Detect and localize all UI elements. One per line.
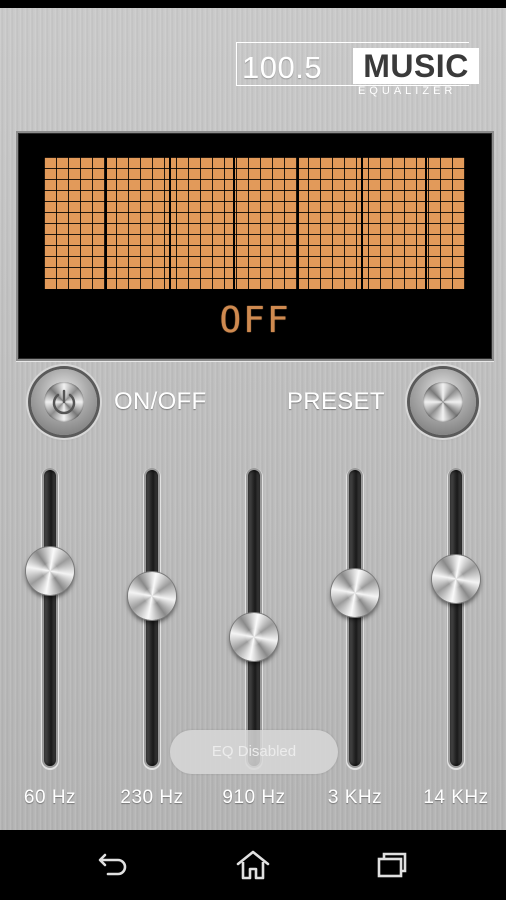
power-icon (52, 389, 76, 415)
slider-knob[interactable] (26, 547, 74, 596)
back-icon (98, 853, 127, 876)
home-icon (236, 850, 270, 880)
slider-230hz[interactable] (117, 468, 187, 768)
navigation-bar (0, 830, 506, 900)
slider-60hz[interactable] (15, 468, 85, 768)
preset-button-face (423, 382, 463, 422)
eq-disabled-toast: EQ Disabled (170, 730, 338, 774)
app-screen: 100.5 MUSIC EQUALIZER OFF ON/OFF PRESET (0, 0, 506, 900)
slider-910hz[interactable] (219, 468, 289, 768)
slider-knob[interactable] (128, 571, 176, 620)
logo-subtitle: EQUALIZER (358, 85, 457, 97)
slider-14khz[interactable] (421, 468, 491, 768)
slider-knob[interactable] (432, 555, 480, 604)
preset-label: PRESET (287, 388, 385, 415)
logo-frequency: 100.5 (242, 50, 323, 85)
recents-icon (377, 852, 407, 878)
freq-label-60hz: 60 Hz (23, 787, 77, 808)
freq-label-3khz: 3 KHz (327, 787, 383, 808)
status-bar (0, 0, 506, 8)
slider-3khz[interactable] (320, 468, 390, 768)
freq-label-14khz: 14 KHz (423, 787, 489, 808)
spectrum-grid (44, 157, 465, 289)
slider-track (349, 470, 361, 766)
preset-button[interactable] (410, 369, 476, 435)
slider-track (450, 470, 462, 766)
spectrum-display: OFF (16, 131, 494, 361)
back-button[interactable] (82, 842, 146, 888)
recents-button[interactable] (360, 842, 424, 888)
display-status: OFF (219, 300, 291, 341)
onoff-label: ON/OFF (114, 388, 207, 415)
logo-music: MUSIC (353, 48, 479, 84)
onoff-button[interactable] (31, 369, 97, 435)
freq-label-230hz: 230 Hz (120, 787, 184, 808)
home-button[interactable] (221, 842, 285, 888)
slider-knob[interactable] (230, 613, 278, 662)
equalizer-panel: 100.5 MUSIC EQUALIZER OFF ON/OFF PRESET (0, 8, 506, 830)
slider-knob[interactable] (331, 569, 379, 618)
freq-label-910hz: 910 Hz (222, 787, 286, 808)
app-logo: 100.5 MUSIC EQUALIZER (236, 42, 480, 102)
slider-track (44, 470, 56, 766)
